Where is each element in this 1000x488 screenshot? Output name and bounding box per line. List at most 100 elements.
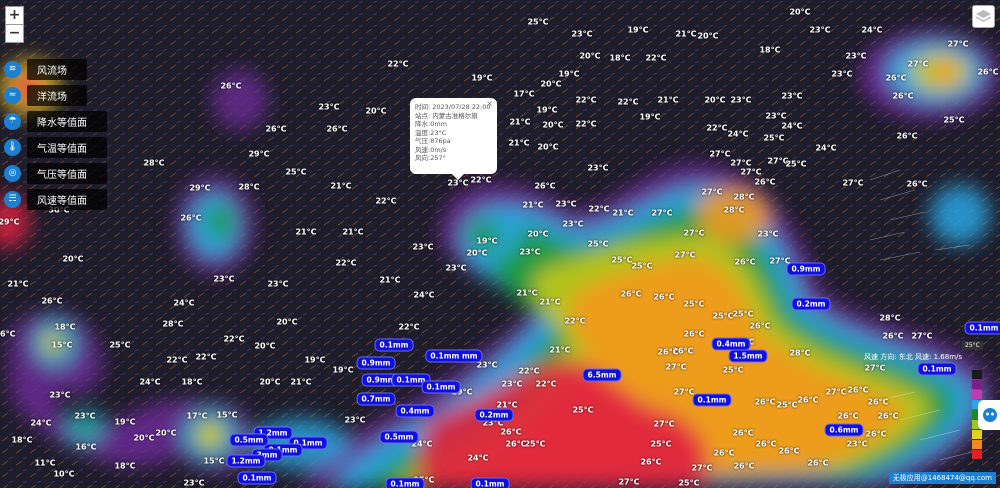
temperature-label: 26°C <box>807 458 829 468</box>
precipitation-badge[interactable]: 0.5mm <box>379 430 419 444</box>
precipitation-badge[interactable]: 0.1mm <box>470 477 510 488</box>
precipitation-badge[interactable]: 0.6mm <box>824 423 864 437</box>
wind-info-readout: 风速 方向: 东北 风速: 1.68m/s <box>864 353 963 361</box>
temperature-label: 20°C <box>540 79 562 89</box>
temperature-label: 23°C <box>267 279 289 289</box>
temperature-label: 22°C <box>535 379 557 389</box>
temperature-label: 11°C <box>34 458 56 468</box>
layer-item-1[interactable]: ≋ 风流场 <box>4 58 107 80</box>
temperature-label: 21°C <box>295 227 317 237</box>
temperature-label: 25°C <box>776 400 798 410</box>
temperature-label: 24°C <box>815 143 837 153</box>
temperature-label: 26°C <box>865 429 887 439</box>
close-icon[interactable]: × <box>486 99 493 109</box>
layer-item-3[interactable]: ☂ 降水等值面 <box>4 110 107 132</box>
layer-item-label: 气压等值面 <box>27 162 107 184</box>
zoom-in-button[interactable]: + <box>5 6 24 25</box>
layer-item-6[interactable]: ☴ 风速等值面 <box>4 188 107 210</box>
temperature-label: 27°C <box>740 167 762 177</box>
weather-map[interactable]: 20°C 25°C 23°C 19°C 21°C 20°C 23°C 24°C 20°C 18°C… <box>0 0 1000 488</box>
precipitation-badge[interactable]: 0.2mm <box>791 297 831 311</box>
temperature-label: 25°C <box>785 159 807 169</box>
layer-menu: ≋ 风流场 ≈ 洋流场 ☂ 降水等值面 🌡 气温等值面 ◎ 气压等值面 ☴ 风速等值面 <box>4 58 107 214</box>
temperature-label: 21°C <box>509 117 531 127</box>
temperature-label: 26°C <box>754 177 776 187</box>
temperature-label: 25°C <box>732 309 754 319</box>
temperature-label: 29°C <box>189 183 211 193</box>
temperature-label: 27°C <box>653 419 675 429</box>
temperature-label: 23°C <box>49 390 71 400</box>
temperature-label: 22°C <box>575 95 597 105</box>
temperature-label: 29°C <box>248 149 270 159</box>
temperature-label: 19°C <box>114 417 136 427</box>
layer-item-label: 洋流场 <box>27 84 87 106</box>
temperature-label: 18°C <box>609 53 631 63</box>
temperature-label: 19°C <box>639 112 661 122</box>
temperature-label: 23°C <box>765 111 787 121</box>
temperature-label: 23°C <box>318 102 340 112</box>
temperature-label: 26°C <box>885 73 907 83</box>
temperature-label: 22°C <box>398 322 420 332</box>
layer-item-5[interactable]: ◎ 气压等值面 <box>4 162 107 184</box>
precipitation-badge[interactable]: 0.9mm <box>786 262 826 276</box>
temperature-label: 26°C <box>977 67 999 77</box>
popup-rain: 降水:0mm <box>415 120 447 128</box>
temperature-label: 20°C <box>704 95 726 105</box>
layers-toggle-button[interactable] <box>972 5 995 28</box>
assistant-button[interactable] <box>978 400 1000 430</box>
precipitation-badge[interactable]: 0.1mm <box>917 362 957 376</box>
temperature-label: 23°C <box>846 439 868 449</box>
legend-swatch <box>972 390 982 399</box>
precipitation-badge[interactable]: 0.2mm <box>474 408 514 422</box>
temperature-label: 28°C <box>789 348 811 358</box>
temperature-label: 28°C <box>733 192 755 202</box>
layer-item-label: 风流场 <box>27 58 87 80</box>
temperature-label: 23°C <box>781 91 803 101</box>
temperature-label: 26°C <box>0 329 16 339</box>
temperature-label: 19°C <box>536 105 558 115</box>
layer-item-2[interactable]: ≈ 洋流场 <box>4 84 107 106</box>
precipitation-badge[interactable]: 0.1mm <box>237 471 277 485</box>
temperature-label: 20°C <box>62 254 84 264</box>
temperature-label: 23°C <box>555 199 577 209</box>
temperature-label: 21°C <box>612 208 634 218</box>
temperature-label: 21°C <box>675 29 697 39</box>
temperature-label: 23°C <box>213 274 235 284</box>
temperature-label: 21°C <box>379 275 401 285</box>
precipitation-badge[interactable]: 0.7mm <box>356 392 396 406</box>
precipitation-badge[interactable]: 1.2mm <box>226 454 266 468</box>
precipitation-badge[interactable]: 0.1mm mm <box>425 349 483 363</box>
temperature-label: 27°C <box>825 387 847 397</box>
precipitation-badge[interactable]: 0.1mm <box>692 393 732 407</box>
wave-icon: ≈ <box>4 86 21 104</box>
layer-item-label: 气温等值面 <box>27 136 107 158</box>
zoom-out-button[interactable]: − <box>5 24 24 43</box>
popup-station: 站点: 内蒙古准格尔旗 <box>415 111 478 120</box>
precipitation-badge[interactable]: 0.1mm <box>964 321 1000 335</box>
temperature-label: 26°C <box>500 427 522 437</box>
temperature-label: 25°C <box>722 365 744 375</box>
temperature-label: 26°C <box>797 395 819 405</box>
temperature-label: 25°C <box>587 239 609 249</box>
temperature-label: 27°C <box>701 187 723 197</box>
precipitation-badge[interactable]: 0.1mm <box>374 338 414 352</box>
temperature-label: 22°C <box>617 97 639 107</box>
temperature-label: 20°C <box>789 7 811 17</box>
precipitation-badge[interactable]: 0.5mm <box>229 433 269 447</box>
layer-item-4[interactable]: 🌡 气温等值面 <box>4 136 107 158</box>
precipitation-badge[interactable]: 0.4mm <box>395 404 435 418</box>
temperature-label: 22°C <box>518 366 540 376</box>
temperature-label: 23°C <box>412 242 434 252</box>
precipitation-badge[interactable]: 6.5mm <box>582 368 622 382</box>
temperature-label: 23°C <box>74 411 96 421</box>
popup-wind-direction: 风向:257° <box>415 154 446 162</box>
temperature-label: 24°C <box>139 377 161 387</box>
precipitation-badge[interactable]: 0.1mm <box>385 477 425 488</box>
temperature-label: 27°C <box>907 59 929 69</box>
temperature-label: 15°C <box>51 340 73 350</box>
temperature-label: 23°C <box>587 163 609 173</box>
precipitation-badge[interactable]: 0.1mm <box>421 380 461 394</box>
temperature-label: 23°C <box>501 379 523 389</box>
precipitation-badge[interactable]: 1.5mm <box>728 349 768 363</box>
precipitation-badge[interactable]: 0.9mm <box>356 356 396 370</box>
